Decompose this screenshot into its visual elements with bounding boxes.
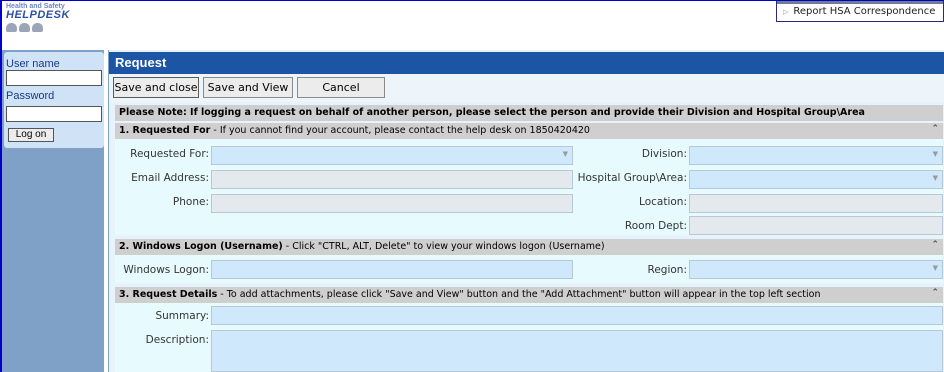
section-request-details-header[interactable]: 3. Request Details - To add attachments,… (115, 287, 943, 303)
location-label: Location: (639, 196, 687, 208)
hospital-group-select[interactable]: ▼ (689, 170, 943, 189)
main-panel: Request Save and close Save and View Can… (108, 50, 944, 372)
top-frame: Health and Safety HELPDESK ▷ Report HSA … (0, 0, 944, 51)
summary-label: Summary: (155, 310, 209, 322)
cancel-button[interactable]: Cancel (297, 77, 385, 98)
section-request-details-body: Summary: Description: (115, 303, 943, 372)
section-hint: - If you cannot find your account, pleas… (210, 125, 590, 136)
menu-item-label: Report HSA Correspondence (793, 6, 936, 17)
toolbar: Save and close Save and View Cancel (109, 74, 944, 102)
username-label: User name (6, 58, 60, 70)
region-label: Region: (647, 264, 687, 276)
hospital-group-label: Hospital Group\Area: (577, 172, 687, 184)
save-and-close-button[interactable]: Save and close (113, 77, 199, 98)
description-textarea[interactable] (211, 330, 943, 372)
username-input[interactable] (6, 70, 102, 86)
section-requested-for-header[interactable]: 1. Requested For - If you cannot find yo… (115, 123, 943, 139)
triangle-right-icon: ▷ (783, 7, 789, 16)
note-banner: Please Note: If logging a request on beh… (115, 105, 943, 121)
frame-border (0, 1, 2, 51)
chevron-down-icon: ▼ (932, 150, 938, 158)
windows-logon-label: Windows Logon: (123, 264, 209, 276)
summary-input[interactable] (211, 306, 943, 325)
room-dept-field[interactable] (689, 216, 943, 235)
windows-logon-input[interactable] (211, 260, 573, 279)
section-windows-logon-header[interactable]: 2. Windows Logon (Username) - Click "CTR… (115, 239, 943, 255)
section-title: 2. Windows Logon (Username) (119, 241, 283, 252)
password-input[interactable] (6, 106, 102, 122)
logo-title: HELPDESK (6, 9, 70, 21)
location-field[interactable] (689, 194, 943, 213)
email-address-label: Email Address: (131, 172, 209, 184)
room-dept-label: Room Dept: (624, 220, 687, 232)
menu-popup: ▷ Report HSA Correspondence (776, 1, 944, 22)
menu-item-report-hsa[interactable]: ▷ Report HSA Correspondence (783, 6, 935, 17)
chevron-down-icon: ▼ (932, 264, 938, 272)
requested-for-label: Requested For: (130, 148, 209, 160)
description-label: Description: (145, 334, 209, 346)
requested-for-select[interactable]: ▼ (211, 146, 573, 165)
sidebar: User name Password Log on (0, 50, 104, 372)
login-panel: User name Password Log on (4, 52, 104, 148)
section-hint: - Click "CTRL, ALT, Delete" to view your… (282, 241, 605, 252)
division-select[interactable]: ▼ (689, 146, 943, 165)
logon-button[interactable]: Log on (8, 128, 54, 142)
password-label: Password (6, 90, 55, 102)
helpdesk-logo: Health and Safety HELPDESK (6, 3, 70, 39)
section-title: 1. Requested For (119, 125, 211, 136)
popup-strip (777, 1, 943, 4)
double-chevron-up-icon[interactable]: ⌃ (931, 288, 939, 298)
email-address-field[interactable] (211, 170, 573, 189)
logo-people-icon (6, 23, 68, 32)
double-chevron-up-icon[interactable]: ⌃ (931, 240, 939, 250)
section-windows-logon-body: Windows Logon: Region: ▼ (115, 255, 943, 283)
save-and-view-button[interactable]: Save and View (203, 77, 293, 98)
division-label: Division: (641, 148, 687, 160)
phone-label: Phone: (172, 196, 209, 208)
page-title: Request (109, 52, 944, 74)
region-select[interactable]: ▼ (689, 260, 943, 279)
chevron-down-icon: ▼ (932, 174, 938, 182)
section-title: 3. Request Details (119, 289, 218, 300)
section-hint: - To add attachments, please click "Save… (217, 289, 821, 300)
phone-field[interactable] (211, 194, 573, 213)
section-requested-for-body: Requested For: ▼ Email Address: Phone: D… (115, 139, 943, 235)
double-chevron-up-icon[interactable]: ⌃ (931, 124, 939, 134)
